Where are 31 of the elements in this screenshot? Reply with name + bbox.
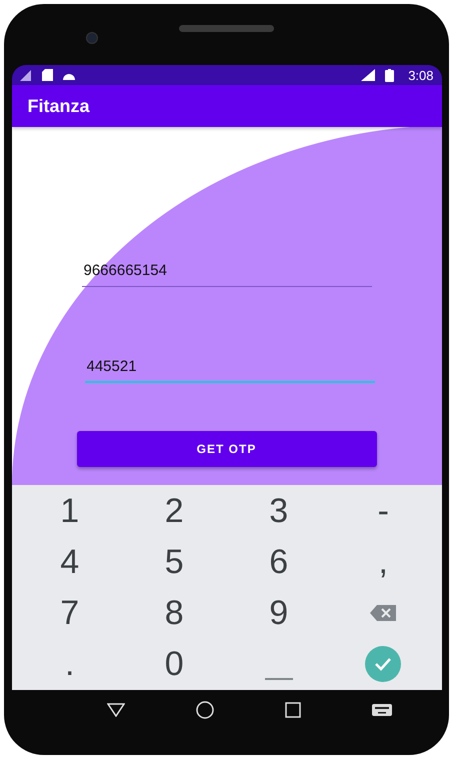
keyboard-key[interactable]: 9 — [261, 596, 296, 630]
signal-icon — [20, 70, 32, 80]
keyboard-key[interactable]: 0 — [156, 647, 192, 682]
keyboard-key[interactable]: 1 — [52, 494, 88, 528]
backspace-icon — [370, 605, 396, 622]
keyboard-key[interactable]: - — [370, 494, 397, 528]
back-icon[interactable] — [107, 703, 125, 717]
keyboard-key[interactable]: . — [57, 647, 82, 682]
input-field[interactable]: 445521 — [84, 351, 374, 383]
keyboard-key[interactable]: 6 — [261, 544, 296, 579]
keyboard-key[interactable]: 2 — [156, 494, 192, 528]
keyboard-icon[interactable] — [372, 704, 392, 716]
keyboard-key[interactable]: 4 — [52, 544, 88, 579]
get-otp-button[interactable]: GET OTP — [76, 431, 376, 467]
camera-lens — [86, 32, 98, 44]
input-field[interactable]: 9666665154 — [82, 255, 372, 287]
checkmark-icon — [365, 646, 402, 682]
status-time: 3:08 — [408, 68, 434, 82]
battery-icon — [385, 68, 394, 82]
signal-icon — [361, 69, 376, 81]
app-title: Fitanza — [28, 96, 90, 116]
sd-card-icon — [42, 69, 52, 81]
recents-icon[interactable] — [285, 702, 301, 718]
keyboard-key[interactable]: , — [370, 544, 396, 579]
backspace-key[interactable] — [370, 605, 396, 622]
space-bar-icon — [264, 678, 293, 680]
keyboard-key[interactable]: 7 — [52, 596, 88, 630]
keyboard-key[interactable]: 3 — [261, 494, 296, 528]
keyboard-key[interactable]: 5 — [156, 544, 192, 579]
home-icon[interactable] — [196, 701, 214, 719]
keyboard-key[interactable]: 8 — [156, 596, 192, 630]
